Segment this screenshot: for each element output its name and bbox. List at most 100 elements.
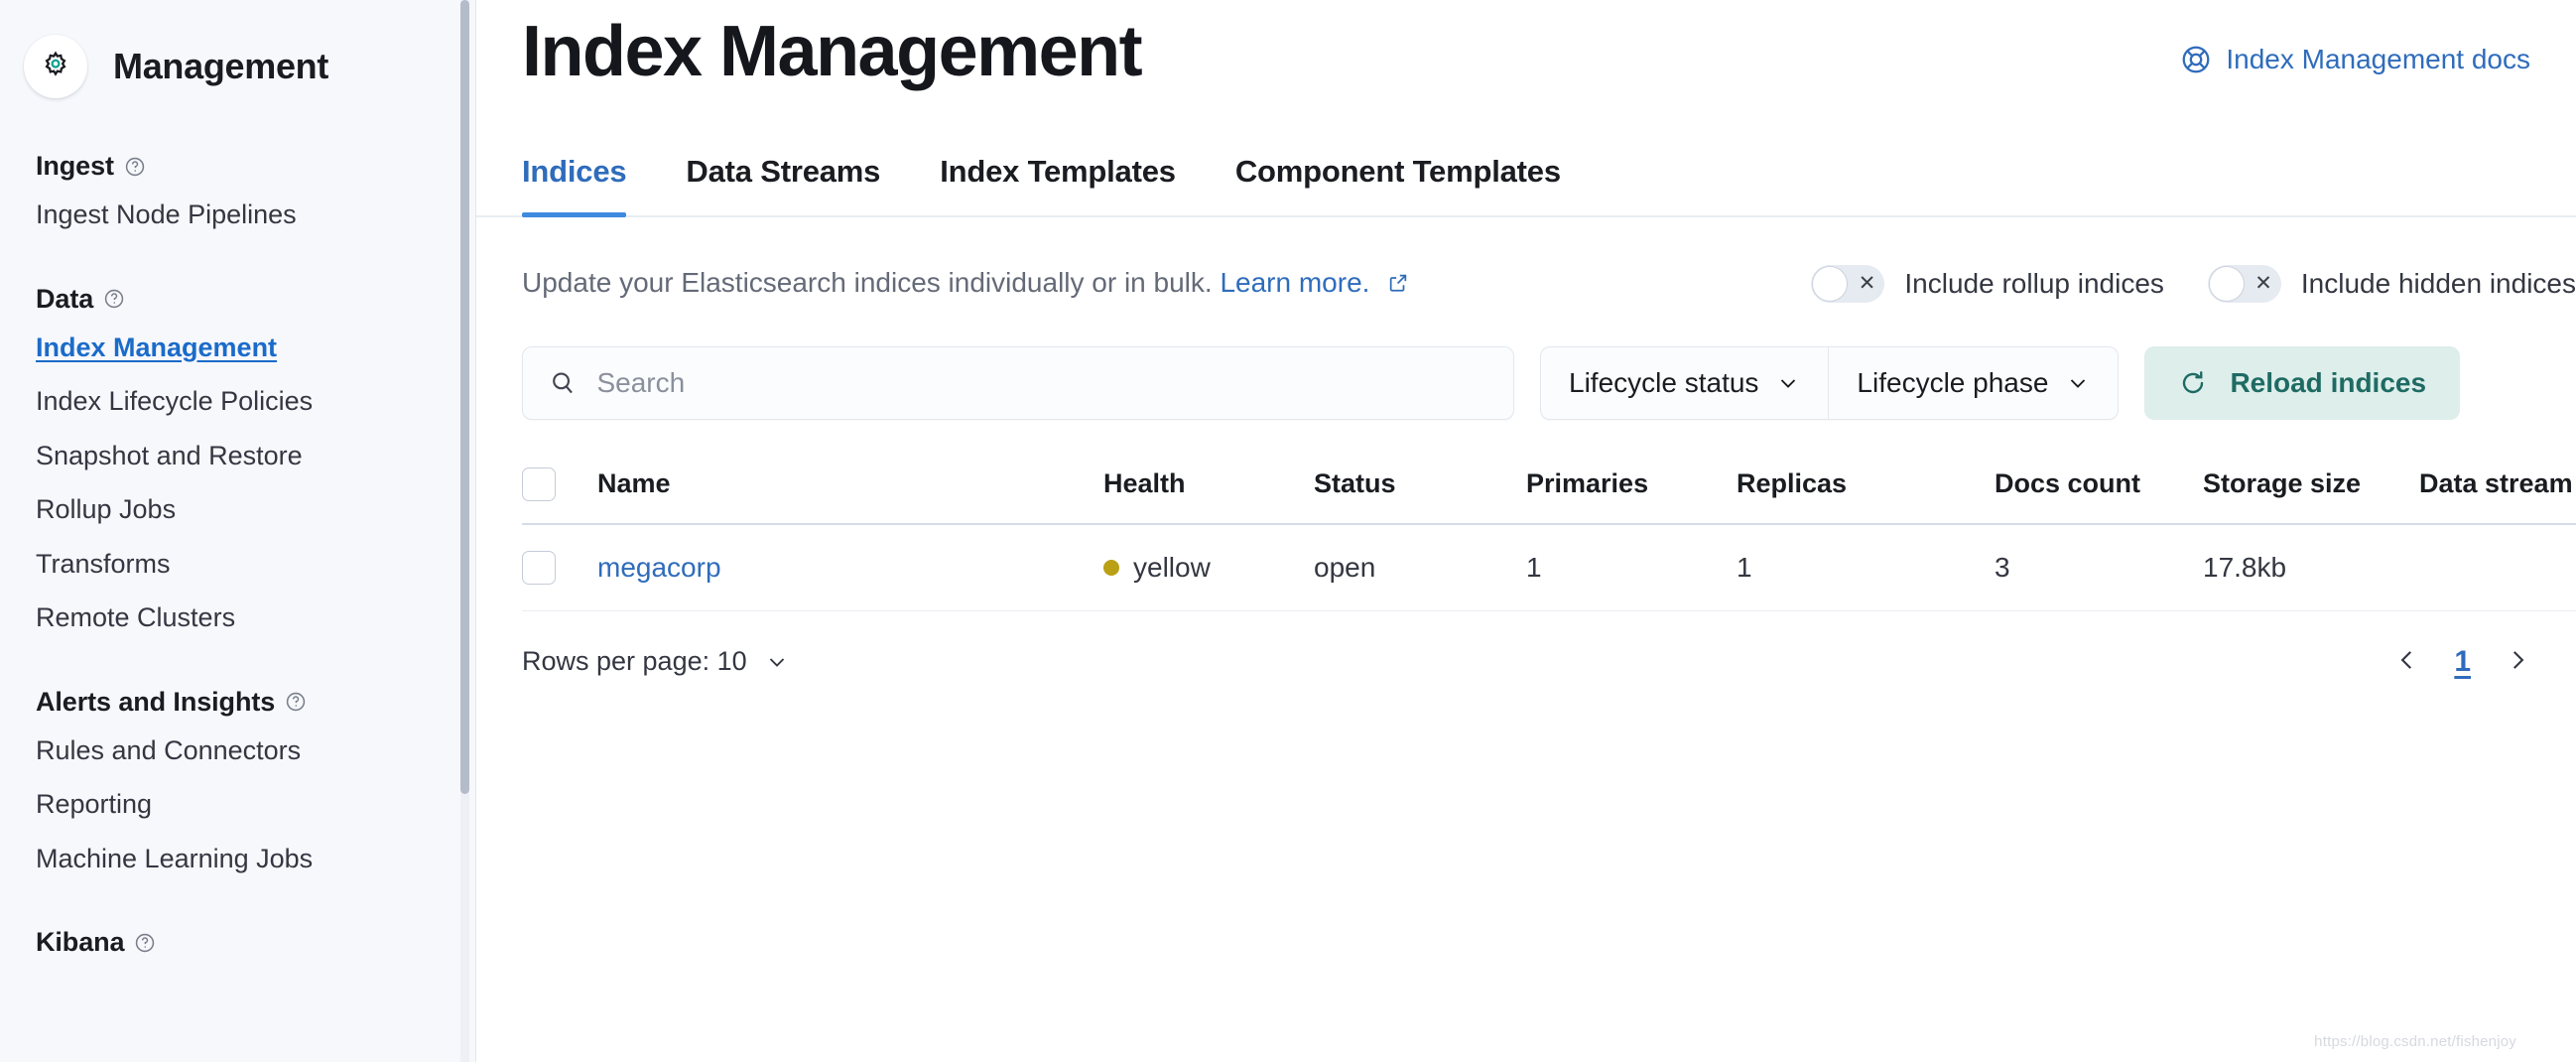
nav-group-title: Kibana [36, 927, 125, 958]
chevron-down-icon [769, 658, 784, 667]
chevron-down-icon [1781, 379, 1796, 388]
cell-name: megacorp [597, 523, 1103, 611]
health-status-label: yellow [1133, 551, 1211, 583]
cell-docs-count: 3 [1995, 523, 2203, 611]
nav-group-header-kibana: Kibana [36, 927, 476, 958]
filter-group: Lifecycle status Lifecycle phase [1540, 345, 2120, 420]
pager: 1 [2394, 645, 2576, 679]
help-circle-icon[interactable] [285, 691, 307, 713]
tab-data-streams[interactable]: Data Streams [686, 154, 880, 215]
nav-group-title: Alerts and Insights [36, 686, 276, 717]
pagination-page-1[interactable]: 1 [2454, 645, 2471, 679]
cross-icon: ✕ [2254, 272, 2272, 296]
nav-group-header-data: Data [36, 284, 476, 315]
table-row[interactable]: megacorp yellow open 1 1 3 17.8kb [522, 523, 2576, 611]
column-header-health[interactable]: Health [1103, 453, 1314, 525]
column-header-name[interactable]: Name [597, 453, 1103, 525]
search-input[interactable] [596, 366, 1487, 399]
nav-group-title: Data [36, 283, 94, 314]
main-content: Index Management Index Management docs I… [476, 0, 2576, 1062]
column-header-data-stream[interactable]: Data stream [2419, 453, 2576, 525]
column-header-docs-count[interactable]: Docs count [1995, 453, 2203, 525]
tab-indices[interactable]: Indices [522, 154, 627, 217]
nav-group-header-ingest: Ingest [36, 151, 476, 182]
sidebar-item-snapshot-and-restore[interactable]: Snapshot and Restore [36, 429, 476, 483]
search-box[interactable] [522, 345, 1514, 420]
chevron-right-icon [2512, 651, 2524, 669]
page-title: Index Management [522, 12, 1143, 91]
cell-status: open [1314, 523, 1526, 611]
row-checkbox[interactable] [522, 550, 556, 585]
health-status-dot [1103, 559, 1119, 576]
index-management-docs-link[interactable]: Index Management docs [2180, 44, 2530, 75]
row-select-cell [522, 523, 597, 611]
column-header-storage-size[interactable]: Storage size [2203, 453, 2419, 525]
indices-table: Name Health Status Primaries Replicas Do… [522, 453, 2576, 611]
sidebar: Management Ingest Ingest Node Pipelines … [0, 0, 476, 1062]
chevron-down-icon [2071, 379, 2086, 388]
reload-indices-label: Reload indices [2230, 366, 2427, 398]
include-rollup-indices-toggle[interactable]: ✕ [1811, 264, 1885, 303]
docs-link-label: Index Management docs [2226, 44, 2530, 74]
toggle-knob [2208, 265, 2245, 302]
description-sentence: Update your Elasticsearch indices indivi… [522, 266, 1213, 298]
sidebar-item-reporting[interactable]: Reporting [36, 777, 476, 832]
sidebar-item-rollup-jobs[interactable]: Rollup Jobs [36, 482, 476, 537]
include-rollup-indices-label: Include rollup indices [1904, 267, 2164, 299]
watermark: https://blog.csdn.net/fishenjoy [2314, 1033, 2516, 1050]
reload-indices-button[interactable]: Reload indices [2144, 345, 2461, 420]
help-circle-icon[interactable] [134, 932, 156, 954]
sidebar-brand-title: Management [113, 46, 329, 86]
include-hidden-indices-control[interactable]: ✕ Include hidden indices [2207, 264, 2576, 303]
lifecycle-phase-label: Lifecycle phase [1857, 366, 2049, 398]
tab-component-templates[interactable]: Component Templates [1235, 154, 1561, 215]
nav-group-data: Data Index Management Index Lifecycle Po… [0, 284, 476, 645]
tabs: Indices Data Streams Index Templates Com… [476, 154, 2576, 217]
rows-per-page-label: Rows per page: 10 [522, 646, 747, 677]
learn-more-link[interactable]: Learn more. [1220, 267, 1369, 298]
sidebar-item-rules-and-connectors[interactable]: Rules and Connectors [36, 724, 476, 778]
sidebar-item-index-lifecycle-policies[interactable]: Index Lifecycle Policies [36, 374, 476, 429]
pagination-prev-button[interactable] [2394, 646, 2420, 678]
nav-group-kibana: Kibana [0, 927, 476, 958]
cell-health: yellow [1103, 523, 1314, 611]
sidebar-item-remote-clusters[interactable]: Remote Clusters [36, 591, 476, 645]
include-rollup-indices-control[interactable]: ✕ Include rollup indices [1811, 264, 2164, 303]
controls-row: Lifecycle status Lifecycle phase Reload … [476, 345, 2576, 420]
cell-replicas: 1 [1737, 523, 1995, 611]
cell-primaries: 1 [1526, 523, 1737, 611]
indices-table-wrap: Name Health Status Primaries Replicas Do… [476, 453, 2576, 611]
sidebar-scrollbar-thumb[interactable] [460, 0, 469, 794]
nav-group-header-alerts: Alerts and Insights [36, 687, 476, 718]
help-circle-icon[interactable] [124, 156, 146, 178]
sidebar-item-index-management[interactable]: Index Management [36, 321, 476, 375]
tab-index-templates[interactable]: Index Templates [940, 154, 1176, 215]
cell-storage-size: 17.8kb [2203, 523, 2419, 611]
lifecycle-phase-filter[interactable]: Lifecycle phase [1828, 346, 2118, 419]
help-circle-icon[interactable] [103, 288, 125, 310]
pagination-next-button[interactable] [2505, 646, 2530, 678]
column-header-replicas[interactable]: Replicas [1737, 453, 1995, 525]
sidebar-item-ingest-node-pipelines[interactable]: Ingest Node Pipelines [36, 188, 476, 242]
toggle-knob [1812, 265, 1849, 302]
sidebar-item-transforms[interactable]: Transforms [36, 537, 476, 592]
select-all-header [522, 453, 597, 525]
select-all-checkbox[interactable] [522, 466, 556, 501]
include-hidden-indices-toggle[interactable]: ✕ [2207, 264, 2281, 303]
gear-icon [24, 35, 87, 98]
refresh-icon [2183, 371, 2204, 394]
app-root: Management Ingest Ingest Node Pipelines … [0, 0, 2576, 1062]
lifecycle-status-filter[interactable]: Lifecycle status [1541, 347, 1828, 419]
index-name-link[interactable]: megacorp [597, 552, 721, 583]
page-header: Index Management Index Management docs [476, 0, 2576, 94]
cell-data-stream [2419, 523, 2576, 611]
description-text: Update your Elasticsearch indices indivi… [522, 267, 1409, 301]
rows-per-page-button[interactable]: Rows per page: 10 [522, 646, 789, 677]
sidebar-item-machine-learning-jobs[interactable]: Machine Learning Jobs [36, 832, 476, 886]
chevron-left-icon [2400, 651, 2412, 669]
table-body: megacorp yellow open 1 1 3 17.8kb [522, 523, 2576, 611]
column-header-primaries[interactable]: Primaries [1526, 453, 1737, 525]
description-row: Update your Elasticsearch indices indivi… [476, 264, 2576, 303]
column-header-status[interactable]: Status [1314, 453, 1526, 525]
cross-icon: ✕ [1858, 272, 1876, 296]
